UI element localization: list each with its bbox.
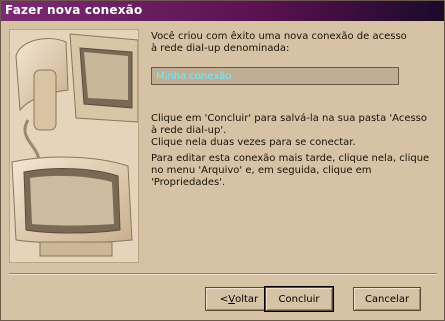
back-button-rest: oltar (235, 293, 259, 305)
back-button-prefix: < (219, 293, 229, 305)
finish-button[interactable]: Concluir (265, 287, 333, 311)
cancel-button[interactable]: Cancelar (353, 287, 421, 311)
wizard-window: Fazer nova conexão Você criou com êxito … (0, 0, 445, 321)
computer-phone-illustration-icon (9, 29, 139, 263)
instruction-connect-text: Clique nela duas vezes para se conectar. (151, 137, 356, 148)
title-bar[interactable]: Fazer nova conexão (1, 1, 444, 21)
back-button[interactable]: < Voltar (205, 287, 273, 311)
connection-name-field[interactable] (151, 67, 399, 85)
back-button-accel: V (228, 293, 236, 305)
instruction-edit-text: Para editar esta conexão mais tarde, cli… (151, 153, 430, 188)
instruction-save-text: Clique em 'Concluir' para salvá-la na su… (151, 113, 428, 136)
intro-text: Você criou com êxito uma nova conexão de… (151, 31, 407, 54)
window-title: Fazer nova conexão (5, 3, 143, 17)
divider (9, 273, 437, 275)
